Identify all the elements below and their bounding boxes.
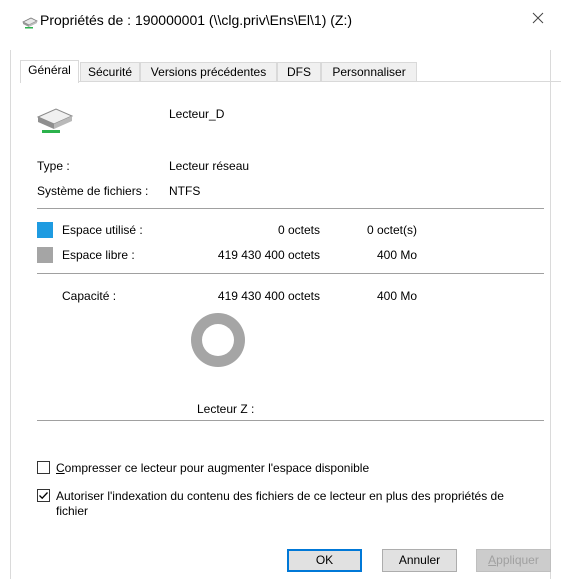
window-title: Propriétés de : 190000001 (\\clg.priv\En… xyxy=(40,12,353,28)
apply-label: Appliquer xyxy=(488,553,539,567)
checkmark-icon xyxy=(39,492,48,500)
used-space-bytes: 0 octets xyxy=(277,223,320,237)
tab-security[interactable]: Sécurité xyxy=(80,62,140,81)
separator xyxy=(37,208,544,209)
close-button[interactable] xyxy=(515,0,561,40)
apply-button[interactable]: Appliquer xyxy=(476,549,551,572)
used-space-swatch xyxy=(37,222,53,238)
index-label-line1[interactable]: Autoriser l'indexation du contenu des fi… xyxy=(56,489,504,503)
type-label: Type : xyxy=(37,159,70,173)
usage-donut-chart xyxy=(191,313,245,367)
tab-customize[interactable]: Personnaliser xyxy=(321,62,417,81)
tab-general[interactable]: Général xyxy=(20,60,79,83)
compress-checkbox[interactable] xyxy=(37,461,50,474)
drive-name: Lecteur_D xyxy=(169,107,225,121)
separator xyxy=(37,273,544,274)
cancel-button[interactable]: Annuler xyxy=(382,549,457,572)
filesystem-value: NTFS xyxy=(169,184,201,198)
ok-button[interactable]: OK xyxy=(287,549,362,572)
title-bar: Propriétés de : 190000001 (\\clg.priv\En… xyxy=(0,0,561,44)
free-space-swatch xyxy=(37,247,53,263)
index-label-line2[interactable]: fichier xyxy=(56,504,88,518)
free-space-bytes: 419 430 400 octets xyxy=(217,248,320,262)
filesystem-label: Système de fichiers : xyxy=(37,184,149,198)
used-space-label: Espace utilisé : xyxy=(62,223,143,237)
dialog-frame-left xyxy=(10,50,11,579)
used-space-human: 0 octet(s) xyxy=(366,223,417,237)
drive-caption: Lecteur Z : xyxy=(197,402,255,416)
type-value: Lecteur réseau xyxy=(169,159,250,173)
capacity-label: Capacité : xyxy=(62,289,117,303)
free-space-human: 400 Mo xyxy=(376,248,417,262)
index-checkbox[interactable] xyxy=(37,489,50,502)
capacity-bytes: 419 430 400 octets xyxy=(217,289,320,303)
capacity-human: 400 Mo xyxy=(376,289,417,303)
network-drive-icon xyxy=(22,16,38,34)
close-icon xyxy=(532,11,544,29)
free-space-label: Espace libre : xyxy=(62,248,135,262)
compress-label[interactable]: Compresser ce lecteur pour augmenter l'e… xyxy=(56,461,369,475)
tab-dfs[interactable]: DFS xyxy=(277,62,321,81)
network-drive-icon xyxy=(36,106,74,139)
tab-previous-versions[interactable]: Versions précédentes xyxy=(140,62,277,81)
separator xyxy=(37,420,544,421)
